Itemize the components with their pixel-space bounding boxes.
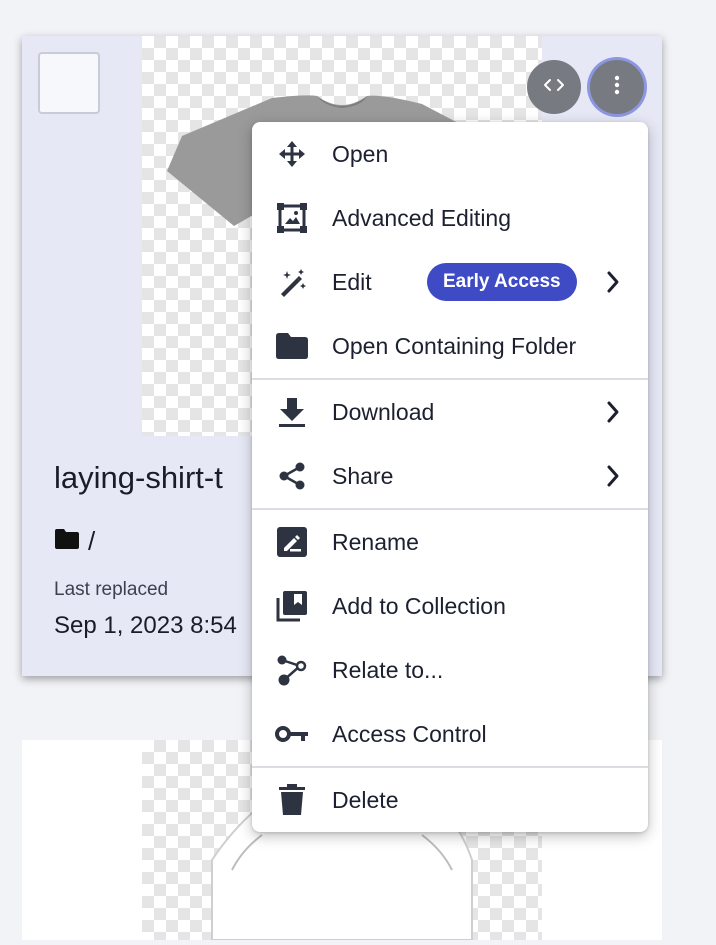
- image-edit-icon: [274, 200, 310, 236]
- menu-item-label: Rename: [332, 528, 419, 555]
- menu-item-open[interactable]: Open: [252, 122, 648, 186]
- menu-item-access-control[interactable]: Access Control: [252, 702, 648, 766]
- embed-button[interactable]: [527, 60, 581, 114]
- chevron-right-icon: [604, 398, 622, 426]
- download-icon: [274, 394, 310, 430]
- last-replaced-label: Last replaced: [54, 579, 169, 600]
- magic-wand-icon: [274, 264, 310, 300]
- relation-icon: [274, 652, 310, 688]
- menu-item-label: Add to Collection: [332, 592, 506, 619]
- share-icon: [274, 458, 310, 494]
- menu-item-label: Download: [332, 398, 435, 425]
- menu-item-download[interactable]: Download: [252, 380, 648, 444]
- folder-icon: [274, 328, 310, 364]
- chevron-right-icon: [604, 462, 622, 490]
- folder-path: /: [88, 526, 96, 556]
- menu-item-rename[interactable]: Rename: [252, 510, 648, 574]
- menu-item-open-containing-folder[interactable]: Open Containing Folder: [252, 314, 648, 378]
- rename-icon: [274, 524, 310, 560]
- menu-item-add-to-collection[interactable]: Add to Collection: [252, 574, 648, 638]
- menu-item-label: Open: [332, 140, 389, 167]
- menu-item-label: Share: [332, 462, 394, 489]
- move-icon: [274, 136, 310, 172]
- menu-item-label: Advanced Editing: [332, 204, 512, 231]
- collection-icon: [274, 588, 310, 624]
- chevron-right-icon: [604, 268, 622, 296]
- menu-item-label: Delete: [332, 786, 399, 813]
- trash-icon: [274, 782, 310, 818]
- menu-item-label: Access Control: [332, 720, 487, 747]
- menu-item-relate-to[interactable]: Relate to...: [252, 638, 648, 702]
- menu-item-share[interactable]: Share: [252, 444, 648, 508]
- menu-item-edit[interactable]: Edit Early Access: [252, 250, 648, 314]
- more-vertical-icon: [614, 75, 620, 100]
- folder-icon: [54, 528, 80, 555]
- folder-path-row[interactable]: /: [54, 526, 95, 557]
- key-icon: [274, 716, 310, 752]
- select-checkbox[interactable]: [38, 52, 100, 114]
- menu-item-label: Relate to...: [332, 656, 444, 683]
- menu-item-advanced-editing[interactable]: Advanced Editing: [252, 186, 648, 250]
- early-access-badge: Early Access: [427, 263, 577, 301]
- more-options-button[interactable]: [590, 60, 644, 114]
- code-icon: [543, 77, 565, 98]
- last-replaced-value: Sep 1, 2023 8:54: [54, 612, 237, 639]
- menu-item-label: Open Containing Folder: [332, 332, 577, 359]
- menu-item-delete[interactable]: Delete: [252, 768, 648, 832]
- menu-item-label: Edit: [332, 268, 372, 295]
- context-menu: Open Advanced Editing Edit Early Access …: [252, 122, 648, 832]
- asset-title: laying-shirt-t: [54, 460, 223, 495]
